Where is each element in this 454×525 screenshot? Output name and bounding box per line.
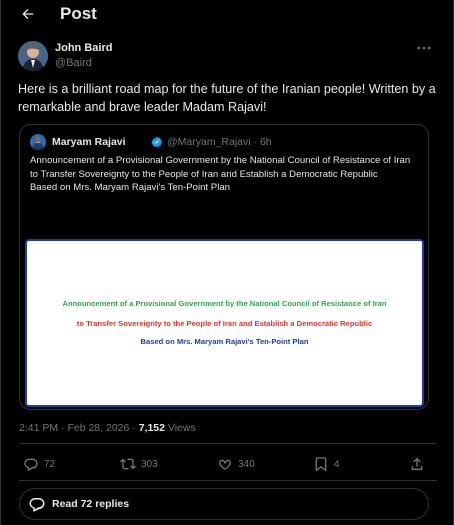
- read-replies-button[interactable]: Read 72 replies: [19, 488, 429, 520]
- like-button[interactable]: 340: [217, 454, 255, 474]
- page-header: Post: [1, 0, 453, 28]
- bookmark-button[interactable]: 4: [313, 454, 340, 474]
- avatar-image: [30, 134, 46, 150]
- quoted-text: Announcement of a Provisional Government…: [30, 154, 415, 195]
- author-handle[interactable]: @Baird: [55, 57, 92, 69]
- quoted-text-line: Based on Mrs. Maryam Rajavi's Ten-Point …: [30, 182, 231, 193]
- repost-button[interactable]: 303: [120, 454, 158, 474]
- quoted-image[interactable]: Announcement of a Provisional Government…: [25, 239, 424, 407]
- author-name[interactable]: John Baird: [55, 42, 112, 54]
- share-button[interactable]: [409, 454, 425, 474]
- more-options-button[interactable]: [414, 40, 434, 56]
- divider: [19, 443, 437, 444]
- like-count: 340: [238, 458, 255, 470]
- quoted-author-name[interactable]: Maryam Rajavi: [52, 136, 126, 148]
- image-text-line: Announcement of a Provisional Government…: [62, 299, 387, 308]
- tweet-text: Here is a brilliant road map for the fut…: [18, 82, 436, 114]
- quoted-author-avatar[interactable]: [30, 134, 46, 150]
- author-avatar[interactable]: [18, 41, 48, 71]
- post-timestamp: 2:41 PM · Feb 28, 2026 · 7,152 Views: [19, 422, 196, 434]
- action-bar: 72 303 340 4: [19, 454, 429, 474]
- meta-separator: ·: [61, 422, 65, 434]
- bookmark-count: 4: [334, 458, 340, 470]
- image-text-line: to Transfer Sovereignty to the People of…: [76, 319, 373, 328]
- quoted-age: 6h: [259, 136, 272, 148]
- repost-icon: [120, 458, 136, 470]
- reply-button[interactable]: 72: [23, 454, 55, 474]
- post-date[interactable]: Feb 28, 2026: [67, 422, 129, 434]
- quoted-author-handle: @Maryam_Rajavi: [167, 136, 251, 148]
- avatar-image: [18, 41, 48, 71]
- meta-separator: ·: [253, 136, 258, 148]
- heart-icon: [219, 459, 231, 470]
- post-detail-view: Post John Baird @Baird Here is a brillia…: [0, 0, 454, 525]
- share-icon: [411, 457, 423, 470]
- bookmark-icon: [315, 457, 327, 472]
- quoted-meta: @Maryam_Rajavi · 6h: [167, 136, 272, 148]
- divider: [19, 480, 437, 481]
- reply-count: 72: [44, 458, 56, 470]
- quoted-tweet-card[interactable]: Maryam Rajavi @Maryam_Rajavi · 6h Announ…: [19, 124, 429, 410]
- page-title: Post: [60, 4, 97, 23]
- back-arrow-icon: [22, 8, 34, 20]
- quoted-text-line: to Transfer Sovereignty to the People of…: [30, 168, 378, 180]
- views-count: 7,152: [138, 422, 165, 434]
- views-label: Views: [167, 422, 196, 434]
- repost-count: 303: [141, 458, 158, 470]
- reply-icon: [24, 458, 38, 471]
- meta-separator: ·: [132, 422, 136, 434]
- more-icon: [417, 46, 431, 50]
- back-button[interactable]: [17, 3, 39, 25]
- replies-bubble-icon: [29, 498, 45, 512]
- read-replies-label: Read 72 replies: [52, 498, 130, 510]
- image-text-line: Based on Mrs. Maryam Rajavi's Ten-Point …: [140, 337, 309, 346]
- verified-badge-icon: [151, 136, 163, 148]
- quoted-text-line: Announcement of a Provisional Government…: [30, 155, 411, 166]
- post-time[interactable]: 2:41 PM: [19, 422, 58, 434]
